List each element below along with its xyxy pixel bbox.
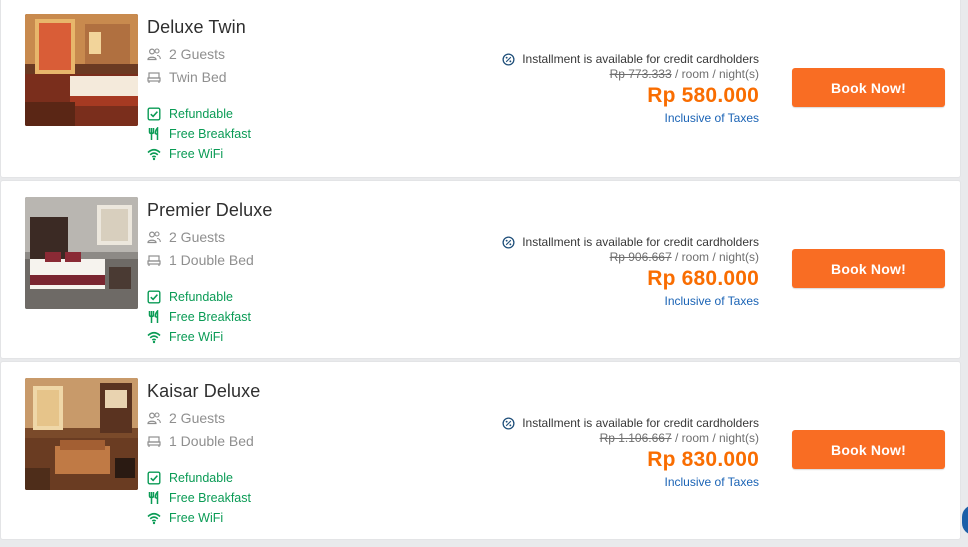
room-card: Kaisar Deluxe 2 Guests 1 Double Bed Refu…	[0, 361, 961, 540]
bed-icon	[147, 436, 161, 447]
wifi-icon	[147, 512, 161, 525]
bed-spec: 1 Double Bed	[147, 251, 254, 269]
guests-icon	[147, 48, 161, 61]
tax-note[interactable]: Inclusive of Taxes	[459, 294, 760, 308]
perk-wifi: Free WiFi	[147, 329, 223, 345]
perk-breakfast: Free Breakfast	[147, 126, 251, 142]
final-price: Rp 830.000	[647, 448, 759, 471]
perk-refundable: Refundable	[147, 106, 233, 122]
final-price: Rp 680.000	[647, 267, 759, 290]
room-name[interactable]: Deluxe Twin	[147, 17, 246, 38]
room-card: Premier Deluxe 2 Guests 1 Double Bed Ref…	[0, 180, 961, 359]
perk-wifi-label: Free WiFi	[169, 330, 224, 344]
room-photo[interactable]	[25, 197, 138, 309]
bed-label: Twin Bed	[169, 69, 227, 85]
installment-note: Installment is available for credit card…	[459, 416, 759, 430]
perk-refundable-label: Refundable	[169, 471, 233, 485]
installment-note: Installment is available for credit card…	[459, 235, 759, 249]
guests-spec: 2 Guests	[147, 228, 225, 246]
original-price-line: Rp 773.333 / room / night(s)	[459, 67, 759, 82]
room-card: Deluxe Twin 2 Guests Twin Bed Refundable…	[0, 0, 961, 178]
refundable-check-icon	[147, 107, 161, 121]
room-photo[interactable]	[25, 14, 138, 126]
room-list: Deluxe Twin 2 Guests Twin Bed Refundable…	[0, 0, 968, 547]
original-price: Rp 773.333	[609, 67, 672, 81]
book-now-button[interactable]: Book Now!	[792, 68, 945, 107]
bed-spec: Twin Bed	[147, 68, 227, 86]
price-block: Installment is available for credit card…	[459, 416, 759, 489]
price-unit: / room / night(s)	[671, 67, 759, 81]
room-photo-image	[25, 197, 138, 309]
book-now-button[interactable]: Book Now!	[792, 249, 945, 288]
refundable-check-icon	[147, 471, 161, 485]
perk-breakfast-label: Free Breakfast	[169, 491, 251, 505]
guests-label: 2 Guests	[169, 410, 226, 426]
room-photo[interactable]	[25, 378, 138, 490]
perk-breakfast-label: Free Breakfast	[169, 127, 251, 141]
wifi-icon	[147, 331, 161, 344]
perk-refundable: Refundable	[147, 470, 233, 486]
installment-text: Installment is available for credit card…	[522, 235, 759, 249]
book-now-button[interactable]: Book Now!	[792, 430, 945, 469]
bed-spec: 1 Double Bed	[147, 432, 254, 450]
wifi-icon	[147, 148, 161, 161]
guests-spec: 2 Guests	[147, 45, 225, 63]
tax-note[interactable]: Inclusive of Taxes	[459, 111, 760, 125]
installment-note: Installment is available for credit card…	[459, 52, 759, 66]
perk-refundable-label: Refundable	[169, 107, 233, 121]
room-name[interactable]: Kaisar Deluxe	[147, 381, 260, 402]
bed-label: 1 Double Bed	[169, 252, 254, 268]
guests-icon	[147, 231, 161, 244]
room-name[interactable]: Premier Deluxe	[147, 200, 272, 221]
perk-breakfast: Free Breakfast	[147, 309, 251, 325]
original-price-line: Rp 1.106.667 / room / night(s)	[459, 431, 759, 446]
tax-note[interactable]: Inclusive of Taxes	[459, 475, 760, 489]
perk-wifi: Free WiFi	[147, 146, 223, 162]
percent-badge-icon	[502, 235, 515, 249]
original-price-line: Rp 906.667 / room / night(s)	[459, 250, 759, 265]
percent-badge-icon	[502, 52, 515, 66]
price-block: Installment is available for credit card…	[459, 52, 759, 125]
perk-refundable: Refundable	[147, 289, 233, 305]
perk-wifi: Free WiFi	[147, 510, 223, 526]
price-unit: / room / night(s)	[671, 250, 759, 264]
refundable-check-icon	[147, 290, 161, 304]
perk-refundable-label: Refundable	[169, 290, 233, 304]
guests-spec: 2 Guests	[147, 409, 225, 427]
perk-breakfast: Free Breakfast	[147, 490, 251, 506]
bed-icon	[147, 72, 161, 83]
guests-label: 2 Guests	[169, 229, 226, 245]
original-price: Rp 1.106.667	[599, 431, 672, 445]
fork-knife-icon	[148, 310, 159, 323]
room-photo-image	[25, 14, 138, 126]
bed-icon	[147, 255, 161, 266]
price-unit: / room / night(s)	[671, 431, 759, 445]
percent-badge-icon	[502, 416, 515, 430]
fork-knife-icon	[148, 491, 159, 504]
bed-label: 1 Double Bed	[169, 433, 254, 449]
installment-text: Installment is available for credit card…	[522, 52, 759, 66]
original-price: Rp 906.667	[609, 250, 672, 264]
perk-wifi-label: Free WiFi	[169, 147, 224, 161]
price-block: Installment is available for credit card…	[459, 235, 759, 308]
guests-icon	[147, 412, 161, 425]
perk-breakfast-label: Free Breakfast	[169, 310, 251, 324]
fork-knife-icon	[148, 127, 159, 140]
guests-label: 2 Guests	[169, 46, 226, 62]
chat-button[interactable]	[962, 505, 968, 535]
room-photo-image	[25, 378, 138, 490]
installment-text: Installment is available for credit card…	[522, 416, 759, 430]
perk-wifi-label: Free WiFi	[169, 511, 224, 525]
final-price: Rp 580.000	[647, 84, 759, 107]
